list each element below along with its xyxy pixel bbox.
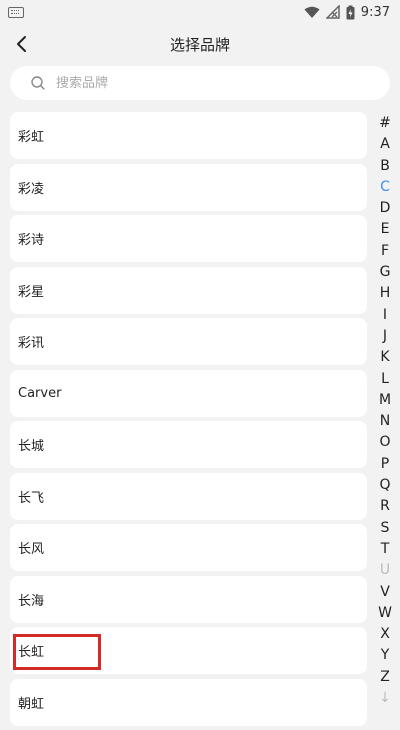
index-letter[interactable]: E [375,219,395,240]
brand-item[interactable]: 彩讯 [10,318,367,365]
index-letter[interactable]: Q [375,475,395,496]
brand-item[interactable]: 彩凌 [10,163,367,211]
page-title: 选择品牌 [169,36,230,54]
search-bar[interactable] [10,66,390,100]
index-letter[interactable]: S [375,518,395,539]
index-letter[interactable]: H [375,283,395,304]
keyboard-icon [8,6,24,18]
index-letter[interactable]: I [375,305,395,326]
search-icon [31,76,45,90]
index-letter[interactable]: K [375,347,395,368]
signal-off-icon [325,5,340,19]
brand-item[interactable]: 彩虹 [10,112,367,159]
brand-item[interactable]: 彩诗 [10,215,367,262]
index-letter[interactable]: O [375,432,395,453]
status-bar: 9:37 [0,0,400,24]
brand-list: 彩虹 彩凌 彩诗 彩星 彩讯 Carver 长城 长飞 长风 长海 长虹 朝虹 [10,112,367,730]
index-letter[interactable]: A [375,134,395,155]
wifi-icon [304,6,320,18]
index-letter[interactable]: G [375,262,395,283]
index-letter[interactable]: B [375,156,395,177]
brand-item[interactable]: 长飞 [10,472,367,520]
index-letter[interactable]: V [375,582,395,603]
index-letter[interactable]: F [375,241,395,262]
brand-item[interactable]: 长虹 [10,627,367,674]
clock: 9:37 [360,4,390,20]
brand-item[interactable]: 朝虹 [10,678,367,726]
index-letter[interactable]: P [375,454,395,475]
index-letter[interactable]: M [375,390,395,411]
search-input[interactable] [54,74,358,92]
index-letter[interactable]: # [375,113,395,134]
brand-item[interactable]: 彩星 [10,266,367,314]
index-letter[interactable]: X [375,624,395,645]
index-letter[interactable]: L [375,369,395,390]
index-letter[interactable]: R [375,496,395,517]
brand-item[interactable]: Carver [10,369,367,417]
index-letter[interactable]: N [375,411,395,432]
scroll-down-arrow-icon[interactable]: ↓ [375,688,395,709]
battery-charging-icon [346,5,355,19]
index-letter-active[interactable]: C [375,177,395,198]
brand-item[interactable]: 长海 [10,575,367,623]
index-letter[interactable]: D [375,198,395,219]
index-letter[interactable]: T [375,539,395,560]
index-letter[interactable]: Y [375,645,395,666]
alphabet-index: # A B C D E F G H I J K L M N O P Q R S … [375,113,395,709]
index-letter[interactable]: Z [375,667,395,688]
brand-item[interactable]: 长风 [10,524,367,571]
brand-item[interactable]: 长城 [10,421,367,468]
index-letter-dim[interactable]: U [375,560,395,581]
index-letter[interactable]: J [375,326,395,347]
header: 选择品牌 [0,24,400,64]
index-letter[interactable]: W [375,603,395,624]
